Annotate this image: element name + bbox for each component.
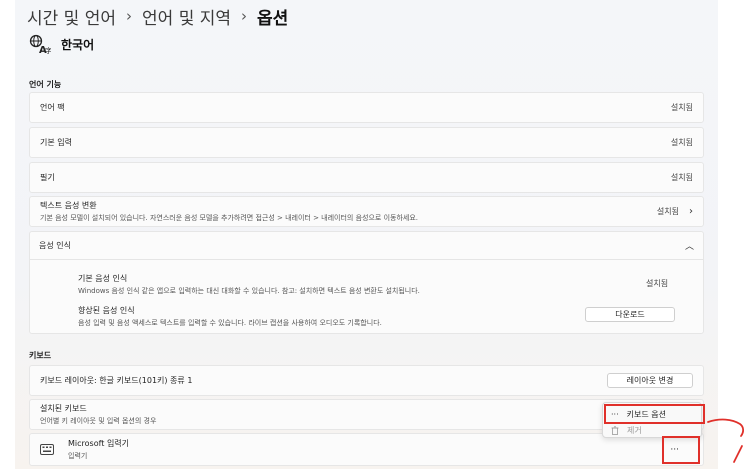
trash-icon (611, 425, 619, 435)
tts-text: 텍스트 음성 변환 기본 음성 모델이 설치되어 있습니다. 자연스러운 음성 … (40, 200, 657, 223)
ime-text: Microsoft 입력기 입력기 (68, 438, 670, 461)
download-button[interactable]: 다운로드 (585, 307, 675, 322)
basic-speech-status: 설치됨 (646, 279, 669, 288)
ime-name: Microsoft 입력기 (68, 439, 130, 448)
ime-type: 입력기 (68, 452, 88, 460)
status-installed: 설치됨 (656, 207, 679, 216)
speech-title: 음성 인식 (39, 240, 71, 250)
language-header: A 字 한국어 (29, 33, 95, 56)
row-label: 필기 (40, 173, 55, 182)
speech-recognition-header[interactable]: 음성 인식 ︿ (29, 231, 704, 259)
installed-keyboards-description: 언어별 키 레이아웃 및 입력 옵션의 경우 (40, 417, 157, 425)
language-icon: A 字 (29, 34, 52, 56)
keyboard-layout-label: 키보드 레이아웃: 한글 키보드(101키) 종류 1 (40, 376, 193, 385)
chevron-up-icon: ︿ (684, 241, 694, 252)
row-language-pack[interactable]: 언어 팩 설치됨 (29, 92, 704, 123)
menu-item-remove[interactable]: 제거 (611, 423, 642, 437)
breadcrumb-language-region[interactable]: 언어 및 지역 (142, 4, 231, 29)
installed-keyboards-text: 설치된 키보드 언어별 키 레이아웃 및 입력 옵션의 경우 (40, 403, 693, 426)
language-name: 한국어 (61, 37, 95, 52)
status-installed: 설치됨 (670, 138, 693, 147)
status-installed: 설치됨 (670, 103, 693, 112)
breadcrumb-time-language[interactable]: 시간 및 언어 (27, 4, 116, 29)
status-installed: 설치됨 (670, 173, 693, 182)
installed-keyboards-title: 설치된 키보드 (40, 404, 87, 413)
enhanced-speech-description: 음성 입력 및 음성 액세스로 텍스트를 입력할 수 있습니다. 라이브 캡션을… (78, 319, 382, 327)
enhanced-speech-title: 향상된 음성 인식 (78, 306, 135, 315)
annotation-strokes (707, 418, 745, 463)
breadcrumb-separator: › (126, 7, 133, 25)
basic-speech-title: 기본 음성 인식 (78, 274, 128, 283)
breadcrumb-separator: › (241, 7, 248, 25)
row-label: 기본 입력 (40, 138, 72, 147)
row-text-to-speech[interactable]: 텍스트 음성 변환 기본 음성 모델이 설치되어 있습니다. 자연스러운 음성 … (29, 196, 704, 227)
basic-speech-description: Windows 음성 인식 같은 앱으로 입력하는 대신 대화할 수 있습니다.… (78, 287, 420, 295)
breadcrumb: 시간 및 언어 › 언어 및 지역 › 옵션 (27, 4, 289, 29)
tts-title: 텍스트 음성 변환 (40, 201, 97, 210)
keyboard-icon (40, 444, 54, 455)
row-basic-typing[interactable]: 기본 입력 설치됨 (29, 127, 704, 158)
divider (30, 259, 703, 260)
annotation-box-keyboard-options (604, 404, 705, 424)
remove-label: 제거 (627, 425, 642, 435)
svg-text:字: 字 (45, 46, 51, 54)
row-label: 언어 팩 (40, 103, 65, 112)
page-title: 옵션 (257, 8, 289, 29)
annotation-box-more-button (662, 436, 700, 464)
tts-description: 기본 음성 모델이 설치되어 있습니다. 자연스러운 음성 모델을 추가하려면 … (40, 214, 418, 222)
row-microsoft-ime[interactable]: Microsoft 입력기 입력기 ··· (29, 433, 704, 466)
section-language-features: 언어 기능 (29, 80, 62, 89)
section-keyboard: 키보드 (29, 351, 52, 360)
row-handwriting[interactable]: 필기 설치됨 (29, 162, 704, 193)
row-keyboard-layout[interactable]: 키보드 레이아웃: 한글 키보드(101키) 종류 1 레이아웃 변경 (29, 365, 704, 396)
basic-speech-text: 기본 음성 인식 Windows 음성 인식 같은 앱으로 입력하는 대신 대화… (78, 273, 420, 296)
change-layout-button[interactable]: 레이아웃 변경 (607, 373, 693, 388)
chevron-right-icon: › (689, 206, 693, 217)
enhanced-speech-text: 향상된 음성 인식 음성 입력 및 음성 액세스로 텍스트를 입력할 수 있습니… (78, 305, 382, 328)
